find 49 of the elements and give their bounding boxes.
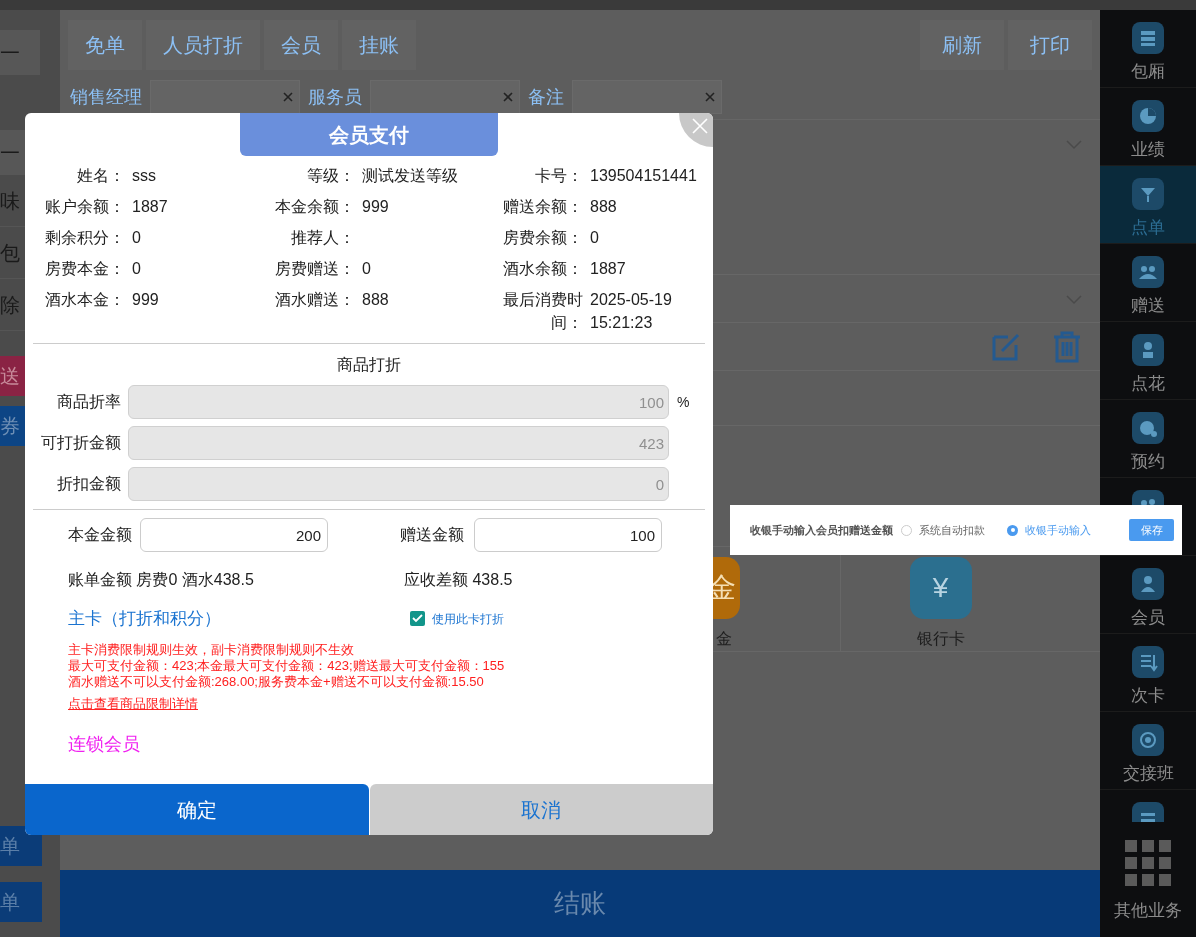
unit-label: % bbox=[677, 392, 690, 412]
field-label: 房费赠送： bbox=[274, 259, 355, 279]
field-value: 139504151441 bbox=[590, 166, 698, 186]
filter-label: 服务员 bbox=[308, 85, 362, 109]
field-label: 房费余额： bbox=[502, 228, 583, 248]
field-value: 0 bbox=[132, 228, 142, 248]
payment-label: 银行卡 bbox=[916, 629, 965, 649]
field-value: sss bbox=[132, 166, 157, 186]
field-label: 商品折率 bbox=[56, 392, 122, 412]
dialog-title: 会员支付 bbox=[240, 113, 498, 156]
field-label: 推荐人： bbox=[290, 228, 355, 248]
summary-text: 账单金额 房费0 酒水438.5 bbox=[68, 570, 255, 590]
field-value: 0 bbox=[132, 259, 142, 279]
field-label: 等级： bbox=[306, 166, 355, 186]
field-label: 账户余额： bbox=[44, 197, 125, 217]
field-label: 赠送金额 bbox=[400, 525, 464, 545]
section-title: 商品打折 bbox=[336, 355, 402, 375]
field-label: 折扣金额 bbox=[56, 474, 122, 494]
setting-label: 收银手动输入会员扣赠送金额 bbox=[750, 522, 893, 538]
field-label: 剩余积分： bbox=[44, 228, 125, 248]
field-value: 999 bbox=[132, 290, 160, 310]
filter-label: 销售经理 bbox=[70, 85, 142, 109]
field-value: 2025-05-19 15:21:23 bbox=[590, 290, 673, 333]
field-value: 888 bbox=[590, 197, 618, 217]
field-value: 测试发送等级 bbox=[362, 166, 459, 186]
notice-text: 主卡消费限制规则生效，副卡消费限制规则不生效 bbox=[68, 641, 355, 658]
field-value: 0 bbox=[590, 228, 600, 248]
summary-text: 应收差额 438.5 bbox=[404, 570, 513, 590]
field-value: 1887 bbox=[590, 259, 627, 279]
field-label: 本金余额： bbox=[274, 197, 355, 217]
field-label: 最后消费时间： bbox=[502, 290, 583, 333]
notice-text: 酒水赠送不可以支付金额:268.00;服务费本金+赠送不可以支付金额:15.50 bbox=[68, 673, 485, 690]
notice-text: 最大可支付金额：423;本金最大可支付金额：423;赠送最大可支付金额：155 bbox=[68, 657, 506, 674]
field-label: 酒水余额： bbox=[502, 259, 583, 279]
field-label: 卡号： bbox=[534, 166, 583, 186]
field-label: 姓名： bbox=[76, 166, 125, 186]
field-label: 房费本金： bbox=[44, 259, 125, 279]
field-value: 888 bbox=[362, 290, 390, 310]
field-label: 可打折金额 bbox=[40, 433, 122, 453]
field-value: 999 bbox=[362, 197, 390, 217]
field-label: 本金金额 bbox=[68, 525, 132, 545]
field-label: 酒水赠送： bbox=[274, 290, 355, 310]
filter-label: 备注 bbox=[528, 85, 564, 109]
field-value: 1887 bbox=[132, 197, 169, 217]
card-title: 主卡（打折和积分） bbox=[68, 608, 222, 630]
field-label: 酒水本金： bbox=[44, 290, 125, 310]
field-value: 0 bbox=[362, 259, 372, 279]
payment-label: 金 bbox=[716, 629, 732, 649]
field-label: 赠送余额： bbox=[502, 197, 583, 217]
